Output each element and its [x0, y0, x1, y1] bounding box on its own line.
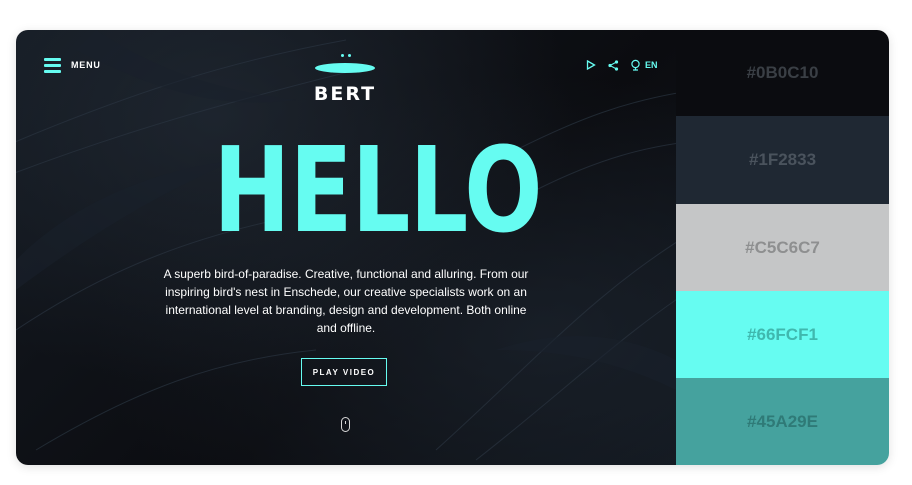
logo-mark: [315, 63, 375, 73]
palette-swatch: #0B0C10: [676, 30, 889, 116]
hero-section: MENU BERT EN HELLO A superb bird-of-para…: [16, 30, 676, 465]
palette-swatch-label: #45A29E: [747, 411, 818, 431]
play-video-button[interactable]: PLAY VIDEO: [301, 358, 387, 386]
palette-swatch: #45A29E: [676, 378, 889, 465]
palette-swatch: #C5C6C7: [676, 204, 889, 291]
menu-icon: [44, 57, 61, 73]
logo[interactable]: BERT: [312, 52, 382, 112]
play-icon[interactable]: [584, 58, 598, 72]
palette-swatch: #66FCF1: [676, 291, 889, 378]
share-icon[interactable]: [606, 58, 620, 72]
website-mockup-card: MENU BERT EN HELLO A superb bird-of-para…: [16, 30, 889, 465]
logo-eyes: [341, 54, 351, 57]
language-selector[interactable]: EN: [645, 60, 658, 70]
scroll-mouse-icon[interactable]: [341, 417, 350, 432]
menu-label: MENU: [71, 60, 101, 70]
globe-icon[interactable]: [628, 58, 642, 72]
hero-description: A superb bird-of-paradise. Creative, fun…: [163, 267, 529, 335]
palette-swatch-label: #66FCF1: [747, 324, 818, 344]
palette-swatch: #1F2833: [676, 116, 889, 204]
palette-swatch-label: #0B0C10: [746, 63, 819, 82]
palette-swatch-label: #C5C6C7: [745, 237, 820, 257]
hero-headline: HELLO: [213, 121, 542, 259]
logo-text: BERT: [313, 83, 377, 105]
palette-swatch-label: #1F2833: [748, 150, 817, 169]
menu-button[interactable]: MENU: [44, 56, 101, 74]
top-right-controls: EN: [584, 58, 658, 72]
color-palette: #0B0C10 #1F2833 #C5C6C7 #66FCF1 #45A29E: [676, 30, 889, 465]
